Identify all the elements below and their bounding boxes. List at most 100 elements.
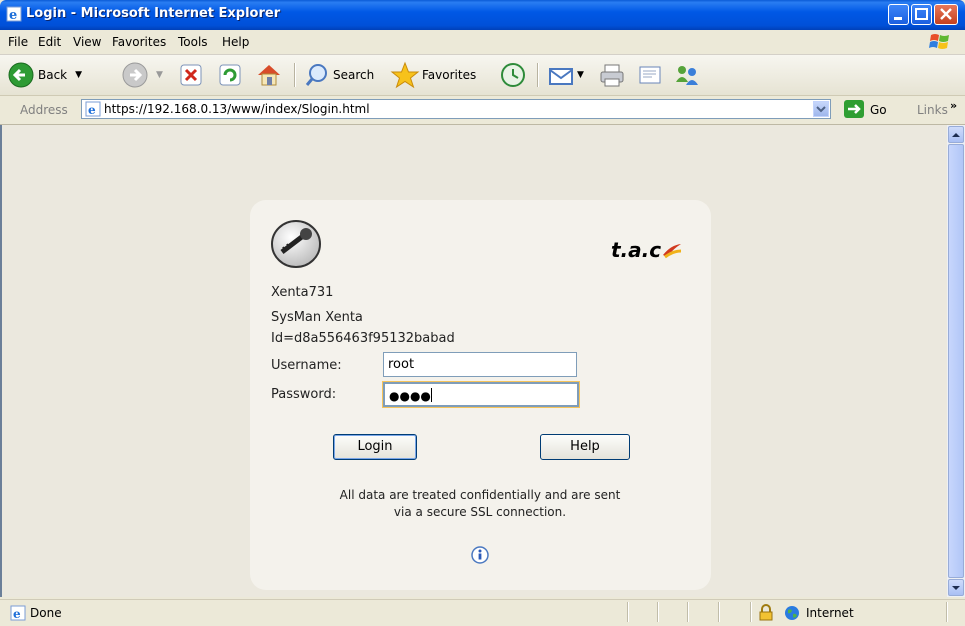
security-notice-line-2: via a secure SSL connection.	[393, 505, 567, 519]
go-arrow-icon	[848, 104, 861, 114]
edit-button[interactable]	[636, 59, 664, 91]
password-input[interactable]: ●●●●	[383, 382, 579, 407]
product-name: SysMan Xenta	[271, 310, 363, 325]
minimize-icon	[894, 17, 902, 20]
menu-file[interactable]: File	[8, 35, 28, 49]
scroll-up-button[interactable]	[948, 126, 964, 143]
device-name: Xenta731	[271, 285, 334, 300]
menu-favorites[interactable]: Favorites	[112, 35, 166, 49]
tac-swoosh-icon	[663, 244, 682, 259]
search-button[interactable]: Search	[304, 59, 374, 91]
security-zone: Internet	[806, 606, 854, 620]
history-icon	[501, 63, 525, 87]
username-input[interactable]: root	[383, 352, 577, 377]
favorites-button[interactable]: Favorites	[390, 59, 476, 91]
mail-dropdown-icon[interactable]: ▼	[577, 70, 584, 80]
refresh-icon	[219, 64, 241, 86]
scroll-down-icon	[952, 586, 960, 590]
status-divider	[946, 602, 948, 622]
close-icon	[940, 8, 952, 20]
window-title: Login - Microsoft Internet Explorer	[26, 6, 281, 21]
chevron-down-icon	[816, 106, 826, 113]
forward-dropdown-icon[interactable]: ▼	[156, 70, 163, 80]
page-done-icon: e	[10, 605, 26, 621]
scroll-down-button[interactable]	[948, 579, 964, 596]
print-icon	[600, 64, 624, 87]
menu-tools[interactable]: Tools	[178, 35, 208, 49]
password-label: Password:	[271, 387, 337, 402]
refresh-button[interactable]	[218, 59, 242, 91]
page-icon: e	[85, 101, 101, 117]
close-button[interactable]	[934, 4, 958, 25]
security-notice: All data are treated confidentially and …	[295, 487, 665, 521]
search-icon	[305, 64, 327, 86]
menu-bar: File Edit View Favorites Tools Help	[0, 30, 965, 55]
chevron-right-icon[interactable]: »	[950, 99, 957, 112]
internet-globe-icon	[785, 606, 799, 620]
address-dropdown-button[interactable]	[813, 101, 829, 117]
svg-text:e: e	[88, 103, 96, 117]
search-label: Search	[333, 68, 375, 82]
ie-logo-icon: e	[6, 6, 22, 22]
key-icon	[271, 220, 321, 268]
toolbar-separator	[537, 63, 539, 87]
forward-button[interactable]: ▼	[122, 59, 163, 91]
svg-text:e: e	[13, 607, 21, 621]
messenger-button[interactable]	[672, 59, 702, 91]
favorites-label: Favorites	[422, 68, 477, 82]
forward-arrow-icon	[122, 62, 148, 88]
status-divider	[718, 602, 720, 622]
messenger-icon	[676, 66, 698, 85]
go-label[interactable]: Go	[870, 103, 887, 117]
login-button[interactable]: Login	[333, 434, 417, 460]
status-bar: e Done Internet	[0, 599, 965, 626]
menu-help[interactable]: Help	[222, 35, 249, 49]
title-bar: e Login - Microsoft Internet Explorer	[0, 0, 965, 30]
svg-text:e: e	[9, 8, 17, 22]
security-notice-line-1: All data are treated confidentially and …	[339, 488, 621, 502]
device-id: Id=d8a556463f95132babad	[271, 331, 455, 346]
address-url: https://192.168.0.13/www/index/Slogin.ht…	[104, 102, 370, 116]
menu-edit[interactable]: Edit	[38, 35, 61, 49]
minimize-button[interactable]	[888, 4, 909, 25]
info-icon[interactable]	[470, 545, 490, 565]
stop-button[interactable]	[179, 59, 203, 91]
back-dropdown-icon[interactable]: ▼	[75, 70, 82, 80]
back-button[interactable]: Back ▼	[8, 59, 82, 91]
address-bar: Address e https://192.168.0.13/www/index…	[0, 96, 965, 125]
address-input[interactable]: e https://192.168.0.13/www/index/Slogin.…	[81, 99, 831, 119]
go-button[interactable]	[844, 100, 864, 118]
home-button[interactable]	[255, 59, 283, 91]
back-arrow-icon	[8, 62, 34, 88]
history-button[interactable]	[499, 59, 527, 91]
lock-icon[interactable]	[758, 604, 774, 621]
favorites-star-icon	[390, 61, 420, 89]
home-icon	[258, 65, 280, 86]
mail-button[interactable]: ▼	[547, 59, 584, 91]
status-text: Done	[30, 606, 62, 620]
edit-page-icon	[639, 66, 661, 84]
help-button[interactable]: Help	[540, 434, 630, 460]
menu-view[interactable]: View	[73, 35, 101, 49]
address-label: Address	[20, 103, 68, 117]
print-button[interactable]	[598, 59, 626, 91]
status-divider	[657, 602, 659, 622]
maximize-button[interactable]	[911, 4, 932, 25]
toolbar: Back ▼ ▼ Search Favorites ▼	[0, 55, 965, 96]
scroll-up-icon	[952, 133, 960, 137]
stop-icon	[180, 64, 202, 86]
maximize-icon	[915, 8, 928, 20]
back-label: Back	[38, 68, 68, 82]
status-divider	[687, 602, 689, 622]
mail-icon	[549, 68, 573, 85]
username-value: root	[388, 357, 415, 372]
scrollbar-thumb[interactable]	[948, 144, 964, 578]
toolbar-separator	[294, 63, 296, 87]
status-divider	[750, 602, 752, 622]
windows-flag-icon	[929, 34, 949, 49]
status-divider	[627, 602, 629, 622]
tac-logo-text: t.a.c	[611, 238, 662, 262]
username-label: Username:	[271, 358, 342, 373]
vertical-scrollbar[interactable]	[947, 125, 965, 597]
links-toolbar[interactable]: Links	[917, 103, 948, 117]
